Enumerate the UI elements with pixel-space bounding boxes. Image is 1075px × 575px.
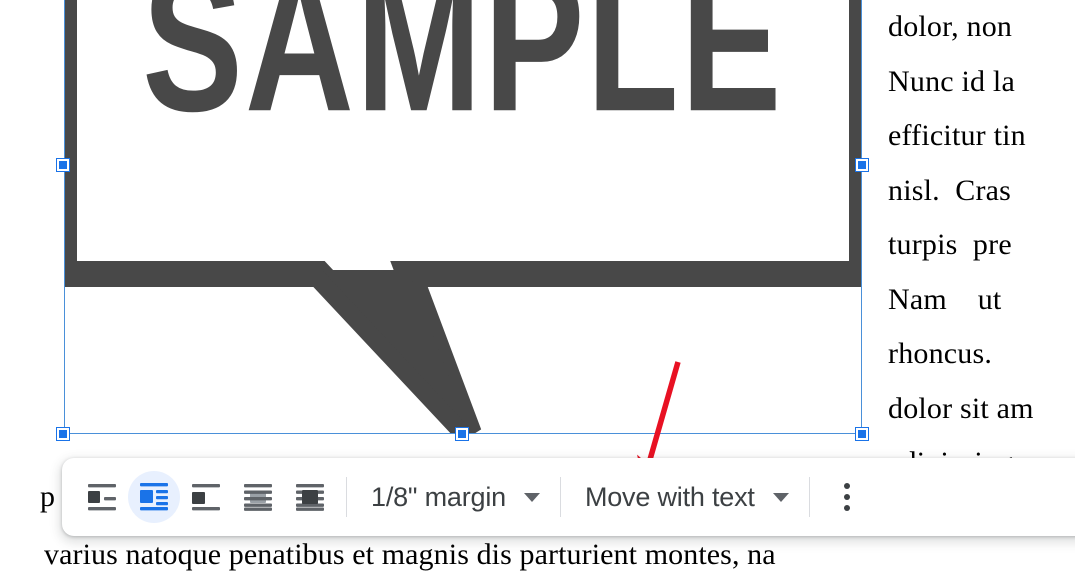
document-canvas: dolor, non Nunc id la efficitur tin nisl… [0,0,1075,575]
document-text-line: efficitur tin [888,119,1026,152]
document-text-line: dolor sit am [888,391,1034,425]
chevron-down-icon [772,492,789,502]
document-text-line: Nam ut [888,282,1002,316]
document-text-line: varius natoque penatibus et magnis dis p… [44,538,776,571]
chevron-down-icon [523,492,540,502]
document-text-line: turpis pre [888,228,1012,261]
wrap-option-break-text[interactable] [180,471,232,523]
margin-dropdown-label: 1/8" margin [371,481,506,512]
margin-dropdown[interactable]: 1/8" margin [357,471,550,523]
wrap-option-behind-text[interactable] [232,471,284,523]
document-text-right-column: dolor, non Nunc id la efficitur tin nisl… [888,0,1075,460]
wrap-text-icon [140,483,168,511]
more-vert-icon-dot [843,494,850,500]
wrap-option-in-line[interactable] [76,471,128,523]
document-text-line: rhoncus. [888,337,993,370]
selection-outline [64,0,862,434]
more-vert-icon-dot [843,505,850,511]
wrap-front-text-icon [296,484,324,511]
wrap-behind-text-icon [244,484,272,511]
document-text-line: nisl. Cras [888,173,1012,207]
wrap-option-in-front-of-text[interactable] [284,471,336,523]
selected-image[interactable]: SAMPLE [57,0,868,440]
resize-handle-bottom-center[interactable] [456,428,468,440]
resize-handle-middle-right[interactable] [856,159,868,171]
wrap-break-text-icon [192,484,220,511]
image-options-toolbar[interactable]: 1/8" margin Move with text [62,458,1075,536]
document-text-fragment: p [40,480,55,513]
resize-handle-middle-left[interactable] [57,159,69,171]
document-text-line: adipiscing [888,436,1075,460]
position-dropdown[interactable]: Move with text [571,471,799,523]
document-text-line: dolor, non [888,10,1013,43]
wrap-inline-icon [88,484,116,511]
toolbar-divider-3 [808,477,810,517]
wrap-option-wrap-text[interactable] [128,471,180,523]
resize-handle-bottom-left[interactable] [57,428,69,440]
position-dropdown-label: Move with text [584,481,755,512]
toolbar-divider-2 [559,477,561,517]
more-options-button[interactable] [824,471,870,523]
document-text-line: Nunc id la [888,64,1015,98]
more-vert-icon-dot [843,483,850,489]
resize-handle-bottom-right[interactable] [856,428,868,440]
toolbar-divider-1 [346,477,347,517]
